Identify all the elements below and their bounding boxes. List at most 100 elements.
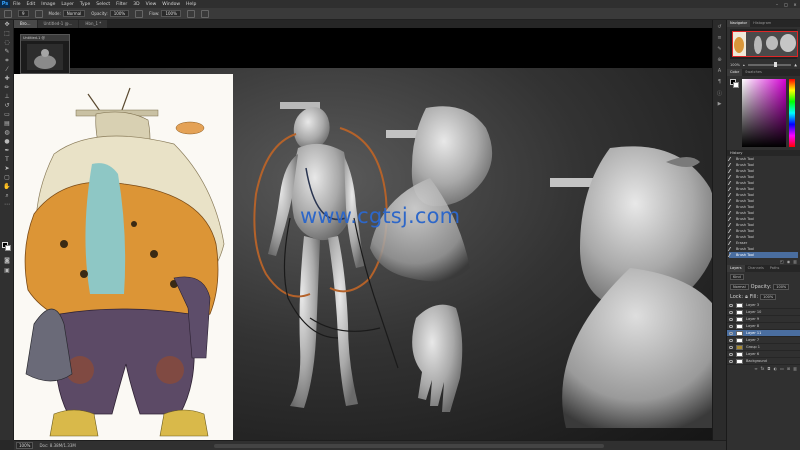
- tab-channels[interactable]: Channels: [745, 265, 767, 272]
- menu-file[interactable]: File: [10, 2, 24, 7]
- layer-opacity-field[interactable]: 100%: [773, 284, 790, 290]
- brush-size-field[interactable]: 9: [18, 10, 29, 17]
- visibility-eye-icon[interactable]: [729, 352, 733, 356]
- zoom-in-icon[interactable]: ▲: [794, 63, 797, 67]
- airbrush-icon[interactable]: [186, 9, 195, 18]
- screen-mode-icon[interactable]: ▣: [2, 267, 12, 274]
- lasso-tool-icon[interactable]: ◌: [2, 39, 12, 46]
- menu-image[interactable]: Image: [38, 2, 58, 7]
- layer-row[interactable]: Layer 8: [727, 323, 800, 330]
- type-tool-icon[interactable]: T: [2, 156, 12, 163]
- menu-3d[interactable]: 3D: [130, 2, 142, 7]
- blur-tool-icon[interactable]: ◍: [2, 129, 12, 136]
- paragraph-panel-icon[interactable]: ¶: [715, 79, 724, 86]
- layer-row-background[interactable]: Background: [727, 358, 800, 365]
- minimize-button[interactable]: –: [774, 2, 780, 7]
- mode-select[interactable]: Normal: [62, 10, 86, 17]
- menu-layer[interactable]: Layer: [58, 2, 77, 7]
- more-tools-icon[interactable]: ⋯: [2, 201, 12, 208]
- history-panel-icon[interactable]: ↺: [715, 24, 724, 31]
- navigator-zoom-value[interactable]: 100%: [730, 63, 740, 67]
- menu-help[interactable]: Help: [183, 2, 199, 7]
- navigator-zoom-slider[interactable]: [747, 62, 792, 67]
- visibility-eye-icon[interactable]: [729, 310, 733, 314]
- visibility-eye-icon[interactable]: [729, 324, 733, 328]
- blend-mode-select[interactable]: Normal: [730, 284, 749, 290]
- floating-navigator-window[interactable]: Untitled-1 @: [20, 34, 70, 74]
- visibility-eye-icon[interactable]: [729, 317, 733, 321]
- link-layers-icon[interactable]: ∞: [754, 366, 757, 371]
- document-size-info[interactable]: Doc: 8.38M/1.33M: [39, 443, 75, 448]
- shape-tool-icon[interactable]: ▢: [2, 174, 12, 181]
- menu-type[interactable]: Type: [77, 2, 93, 7]
- move-tool-icon[interactable]: ✥: [2, 21, 12, 28]
- visibility-eye-icon[interactable]: [729, 331, 733, 335]
- quick-select-tool-icon[interactable]: ✎: [2, 48, 12, 55]
- layer-row[interactable]: Layer 7: [727, 337, 800, 344]
- maximize-button[interactable]: □: [783, 2, 789, 7]
- close-button[interactable]: ×: [792, 2, 798, 7]
- path-select-tool-icon[interactable]: ➤: [2, 165, 12, 172]
- zoom-level-field[interactable]: 100%: [16, 442, 34, 449]
- tab-layers[interactable]: Layers: [727, 265, 745, 272]
- layer-group-row[interactable]: Group 1: [727, 344, 800, 351]
- saturation-brightness-field[interactable]: [742, 79, 786, 147]
- new-snapshot-icon[interactable]: ◰: [780, 259, 784, 264]
- layer-fill-field[interactable]: 100%: [760, 294, 777, 300]
- opacity-field[interactable]: 100%: [109, 10, 130, 17]
- tab-color[interactable]: Color: [727, 69, 743, 76]
- zoom-out-icon[interactable]: ▴: [743, 63, 745, 67]
- trash-icon[interactable]: ▥: [793, 259, 797, 264]
- layer-row[interactable]: Layer 6: [727, 351, 800, 358]
- menu-window[interactable]: Window: [159, 2, 183, 7]
- layer-row[interactable]: Layer 10: [727, 309, 800, 316]
- eraser-tool-icon[interactable]: ▭: [2, 111, 12, 118]
- delete-layer-icon[interactable]: ▥: [793, 366, 797, 371]
- tab-document-1[interactable]: Bro...: [14, 20, 37, 28]
- tab-paths[interactable]: Paths: [767, 265, 783, 272]
- pressure-size-icon[interactable]: [200, 9, 209, 18]
- gradient-tool-icon[interactable]: ▤: [2, 120, 12, 127]
- menu-select[interactable]: Select: [93, 2, 113, 7]
- visibility-eye-icon[interactable]: [729, 345, 733, 349]
- visibility-eye-icon[interactable]: [729, 303, 733, 307]
- tab-navigator[interactable]: Navigator: [727, 20, 751, 27]
- camera-icon[interactable]: ◉: [787, 259, 791, 264]
- hue-slider[interactable]: [789, 79, 795, 147]
- eyedropper-tool-icon[interactable]: ⁄: [2, 66, 12, 73]
- properties-panel-icon[interactable]: ≡: [715, 35, 724, 42]
- clone-stamp-tool-icon[interactable]: ⊥: [2, 93, 12, 100]
- horizontal-scrollbar[interactable]: [214, 444, 604, 448]
- new-group-icon[interactable]: ▭: [780, 366, 784, 371]
- visibility-eye-icon[interactable]: [729, 359, 733, 363]
- character-panel-icon[interactable]: A: [715, 68, 724, 75]
- lock-icon[interactable]: 🔒︎: [745, 294, 748, 300]
- brush-panel-icon[interactable]: ✎: [715, 46, 724, 53]
- document-canvas[interactable]: Untitled-1 @ www.cgtsj.com: [14, 28, 726, 440]
- healing-tool-icon[interactable]: ✚: [2, 75, 12, 82]
- info-panel-icon[interactable]: ⓘ: [715, 90, 724, 97]
- brush-panel-icon[interactable]: [34, 9, 43, 18]
- actions-panel-icon[interactable]: ▶: [715, 101, 724, 108]
- layer-style-icon[interactable]: fx: [761, 366, 765, 371]
- history-brush-tool-icon[interactable]: ↺: [2, 102, 12, 109]
- quick-mask-icon[interactable]: ◙: [2, 257, 12, 264]
- background-color-swatch[interactable]: [5, 245, 11, 251]
- adjustment-layer-icon[interactable]: ◐: [774, 366, 778, 371]
- navigator-view-box[interactable]: [732, 31, 798, 57]
- menu-filter[interactable]: Filter: [113, 2, 130, 7]
- layer-row[interactable]: Layer 9: [727, 316, 800, 323]
- brush-tool-icon[interactable]: ✏: [2, 84, 12, 91]
- tab-histogram[interactable]: Histogram: [750, 20, 774, 27]
- flow-field[interactable]: 100%: [161, 10, 181, 17]
- layer-row[interactable]: Layer 3: [727, 302, 800, 309]
- zoom-tool-icon[interactable]: ⌕: [2, 192, 12, 199]
- layer-row-selected[interactable]: Layer 11: [727, 330, 800, 337]
- new-layer-icon[interactable]: ⊞: [787, 366, 790, 371]
- tab-swatches[interactable]: Swatches: [742, 69, 765, 76]
- clone-source-panel-icon[interactable]: ⊕: [715, 57, 724, 64]
- marquee-tool-icon[interactable]: ⬚: [2, 30, 12, 37]
- hand-tool-icon[interactable]: ✋: [2, 183, 12, 190]
- dodge-tool-icon[interactable]: ●: [2, 138, 12, 145]
- layer-kind-filter[interactable]: Kind: [730, 274, 744, 280]
